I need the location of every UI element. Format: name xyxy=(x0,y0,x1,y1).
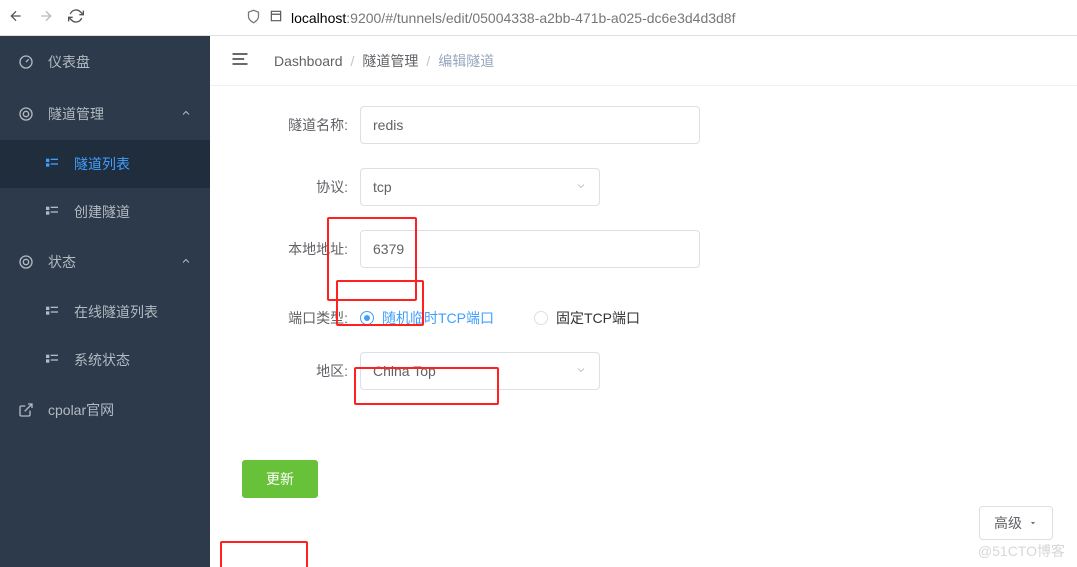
tunnel-name-label: 隧道名称: xyxy=(230,115,360,135)
radio-icon xyxy=(534,311,548,325)
chevron-up-icon xyxy=(180,254,192,270)
chevron-up-icon xyxy=(180,106,192,122)
form-panel: 隧道名称: redis 协议: tcp 本地地址: 6379 xyxy=(210,86,1077,567)
region-label: 地区: xyxy=(230,361,360,381)
breadcrumb-item[interactable]: Dashboard xyxy=(274,53,343,69)
local-addr-label: 本地地址: xyxy=(230,239,360,259)
url-bar[interactable]: localhost:9200/#/tunnels/edit/05004338-a… xyxy=(96,9,1069,27)
radio-random-port[interactable]: 随机临时TCP端口 xyxy=(360,308,494,328)
sidebar-item-create-tunnel[interactable]: 创建隧道 xyxy=(0,188,210,236)
shield-icon xyxy=(246,9,261,27)
sidebar-item-status[interactable]: 状态 xyxy=(0,236,210,288)
protocol-select[interactable]: tcp xyxy=(360,168,600,206)
sidebar-item-label: 仪表盘 xyxy=(48,52,90,72)
radio-label: 随机临时TCP端口 xyxy=(382,308,494,328)
radio-label: 固定TCP端口 xyxy=(556,308,640,328)
tunnel-icon xyxy=(18,106,34,122)
highlight-box xyxy=(220,541,308,567)
status-icon xyxy=(18,254,34,270)
sidebar-item-label: cpolar官网 xyxy=(48,400,114,420)
breadcrumb: Dashboard / 隧道管理 / 编辑隧道 xyxy=(274,51,494,71)
url-path: :9200/#/tunnels/edit/05004338-a2bb-471b-… xyxy=(346,10,735,26)
select-value: China Top xyxy=(373,363,436,379)
local-addr-input[interactable]: 6379 xyxy=(360,230,700,268)
protocol-label: 协议: xyxy=(230,177,360,197)
sidebar-item-dashboard[interactable]: 仪表盘 xyxy=(0,36,210,88)
radio-fixed-port[interactable]: 固定TCP端口 xyxy=(534,308,640,328)
list-icon xyxy=(44,156,60,172)
sidebar-item-label: 创建隧道 xyxy=(74,202,130,222)
sidebar-item-label: 系统状态 xyxy=(74,350,130,370)
main-content: Dashboard / 隧道管理 / 编辑隧道 隧道名称: redis 协议: … xyxy=(210,36,1077,567)
caret-down-icon xyxy=(1028,515,1038,531)
sidebar-item-tunnel-list[interactable]: 隧道列表 xyxy=(0,140,210,188)
button-label: 高级 xyxy=(994,513,1022,533)
sidebar-item-online-list[interactable]: 在线隧道列表 xyxy=(0,288,210,336)
input-value: 6379 xyxy=(373,241,404,257)
dashboard-icon xyxy=(18,54,34,70)
sidebar-item-tunnel-mgmt[interactable]: 隧道管理 xyxy=(0,88,210,140)
select-value: tcp xyxy=(373,179,392,195)
sidebar: 仪表盘 隧道管理 隧道列表 创建隧道 xyxy=(0,36,210,567)
list-icon xyxy=(44,352,60,368)
advanced-button[interactable]: 高级 xyxy=(979,506,1053,540)
sidebar-item-system-status[interactable]: 系统状态 xyxy=(0,336,210,384)
sidebar-item-label: 状态 xyxy=(48,252,76,272)
tunnel-name-input[interactable]: redis xyxy=(360,106,700,144)
breadcrumb-current: 编辑隧道 xyxy=(438,51,494,71)
back-icon[interactable] xyxy=(8,8,24,27)
breadcrumb-sep: / xyxy=(426,53,430,69)
input-value: redis xyxy=(373,117,403,133)
watermark: @51CTO博客 xyxy=(978,541,1065,561)
chevron-down-icon xyxy=(575,179,587,195)
breadcrumb-sep: / xyxy=(351,53,355,69)
port-type-label: 端口类型: xyxy=(230,308,360,328)
list-icon xyxy=(44,204,60,220)
forward-icon[interactable] xyxy=(38,8,54,27)
sidebar-item-label: 隧道列表 xyxy=(74,154,130,174)
list-icon xyxy=(44,304,60,320)
sidebar-item-cpolar-site[interactable]: cpolar官网 xyxy=(0,384,210,436)
lock-icon xyxy=(269,9,283,26)
radio-icon xyxy=(360,311,374,325)
browser-toolbar: localhost:9200/#/tunnels/edit/05004338-a… xyxy=(0,0,1077,36)
refresh-icon[interactable] xyxy=(68,8,84,27)
url-host: localhost xyxy=(291,10,346,26)
submit-button[interactable]: 更新 xyxy=(242,460,318,498)
sidebar-item-label: 隧道管理 xyxy=(48,104,104,124)
topbar: Dashboard / 隧道管理 / 编辑隧道 xyxy=(210,36,1077,86)
breadcrumb-item[interactable]: 隧道管理 xyxy=(362,51,418,71)
hamburger-icon[interactable] xyxy=(230,49,274,72)
sidebar-item-label: 在线隧道列表 xyxy=(74,302,158,322)
external-link-icon xyxy=(18,402,34,418)
chevron-down-icon xyxy=(575,363,587,379)
region-select[interactable]: China Top xyxy=(360,352,600,390)
button-label: 更新 xyxy=(266,471,294,487)
